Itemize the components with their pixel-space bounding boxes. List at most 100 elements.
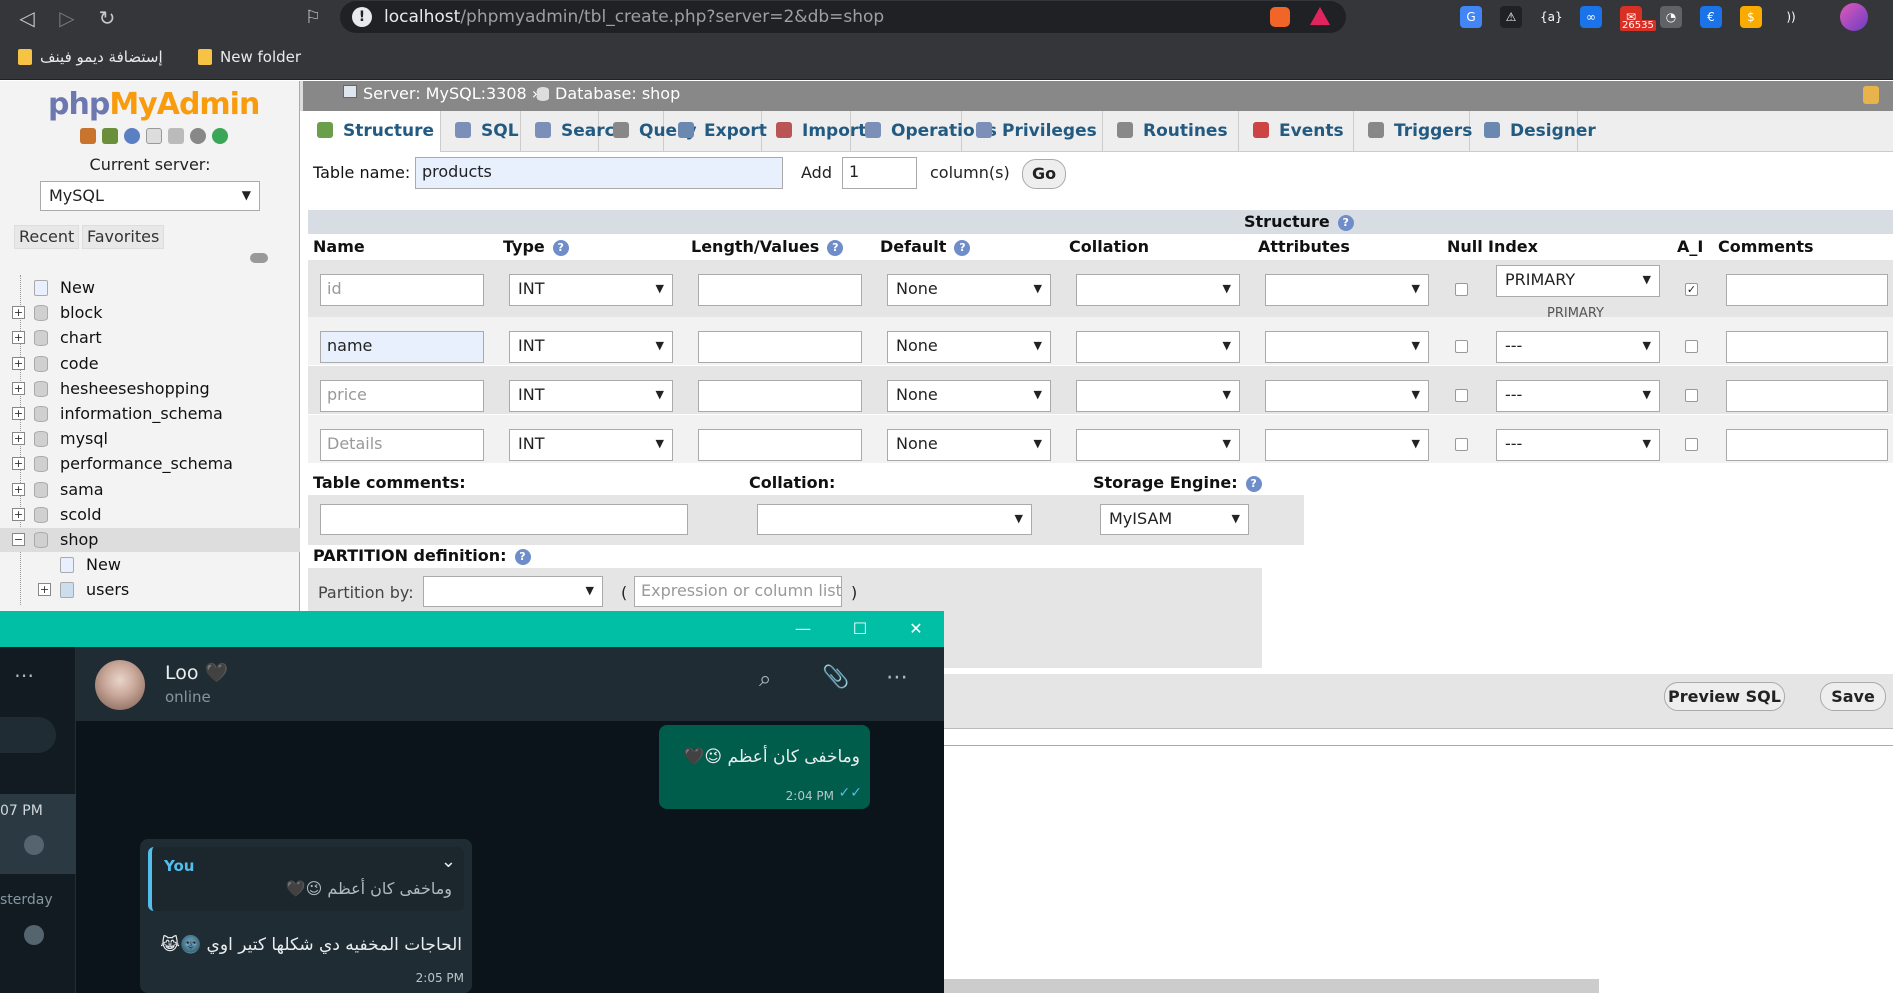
column-default-select[interactable]: None ▼ — [887, 274, 1051, 306]
column-type-select[interactable]: INT ▼ — [509, 274, 673, 306]
whatsapp-titlebar[interactable]: — ☐ ✕ — [0, 611, 944, 647]
column-index-select[interactable]: --- ▼ — [1496, 429, 1660, 461]
column-name-input[interactable]: name — [320, 331, 484, 363]
storage-engine-select[interactable]: MyISAM ▼ — [1100, 504, 1249, 535]
dropdown-arrow-icon: ▼ — [1642, 339, 1651, 352]
expand-icon[interactable]: + — [38, 583, 51, 597]
more-options-icon[interactable]: ⋯ — [886, 665, 908, 690]
save-button[interactable]: Save — [1820, 682, 1886, 711]
column-attributes-select[interactable]: ▼ — [1265, 331, 1429, 363]
table-comments-input[interactable] — [320, 504, 688, 535]
table-collation-select[interactable]: ▼ — [757, 504, 1032, 535]
partition-expression-input[interactable]: Expression or column list — [634, 576, 842, 607]
preview-sql-button[interactable]: Preview SQL — [1664, 682, 1785, 711]
horizontal-scrollbar[interactable] — [944, 979, 1599, 993]
outgoing-message[interactable]: وماخفى كان أعظم 😉🖤 2:04 PM ✓✓ — [659, 725, 870, 809]
chat-list-time: 07 PM — [0, 803, 43, 819]
tree-item-users[interactable]: + users — [0, 578, 300, 602]
expand-icon[interactable]: + — [12, 482, 25, 496]
collapse-icon[interactable]: − — [12, 533, 25, 546]
whatsapp-chat-header[interactable]: ⌕ 📎 ⋯ — [76, 647, 944, 721]
expand-icon[interactable]: + — [12, 507, 25, 521]
dropdown-arrow-icon: ▼ — [1033, 388, 1042, 401]
column-null-checkbox[interactable] — [1455, 389, 1468, 402]
column-name-input[interactable]: Details — [320, 429, 484, 461]
tree-item-scold[interactable]: + scold — [0, 503, 300, 527]
column-comments-input[interactable] — [1726, 380, 1888, 412]
contact-name[interactable]: Loo 🖤 — [165, 661, 228, 684]
search-chats-input[interactable] — [0, 717, 56, 753]
column-type-select-value: INT — [518, 385, 545, 404]
column-ai-checkbox[interactable] — [1685, 340, 1698, 353]
column-attributes-select[interactable]: ▼ — [1265, 380, 1429, 412]
tree-item-new[interactable]: New — [0, 553, 300, 577]
column-length-input[interactable] — [698, 331, 862, 363]
maximize-icon[interactable]: ☐ — [845, 617, 875, 641]
tree-item-shop[interactable]: − shop — [0, 528, 300, 552]
search-icon[interactable]: ⌕ — [759, 667, 771, 692]
column-collation-select[interactable]: ▼ — [1076, 274, 1240, 306]
partition-by-select[interactable]: ▼ — [423, 576, 603, 607]
column-type-select[interactable]: INT ▼ — [509, 331, 673, 363]
column-type-select-value: INT — [518, 336, 545, 355]
attach-icon[interactable]: 📎 — [822, 665, 849, 690]
dropdown-arrow-icon: ▼ — [655, 282, 664, 295]
database-icon — [34, 532, 48, 548]
column-type-select[interactable]: INT ▼ — [509, 380, 673, 412]
quoted-reply[interactable]: You وماخفى كان أعظم 😉🖤 ⌄ — [148, 847, 464, 911]
new-icon — [60, 557, 74, 574]
column-index-select[interactable]: PRIMARY ▼ — [1496, 265, 1660, 297]
column-attributes-select[interactable]: ▼ — [1265, 274, 1429, 306]
incoming-message[interactable]: You وماخفى كان أعظم 😉🖤 ⌄ الحاجات المخفيه… — [140, 839, 472, 993]
contact-avatar[interactable] — [95, 660, 145, 710]
column-default-select-value: None — [896, 279, 938, 298]
column-collation-select[interactable]: ▼ — [1076, 429, 1240, 461]
column-name-value: Details — [327, 434, 383, 453]
column-collation-select[interactable]: ▼ — [1076, 331, 1240, 363]
paren-open: ( — [621, 583, 628, 602]
database-icon — [34, 481, 48, 498]
column-ai-checkbox[interactable] — [1685, 389, 1698, 402]
partition-by-label: Partition by: — [318, 583, 414, 602]
column-comments-input[interactable] — [1726, 274, 1888, 306]
table-icon — [60, 582, 74, 599]
chevron-down-icon[interactable]: ⌄ — [441, 851, 456, 872]
close-icon[interactable]: ✕ — [901, 617, 931, 641]
dropdown-arrow-icon: ▼ — [1222, 282, 1231, 295]
column-default-select[interactable]: None ▼ — [887, 380, 1051, 412]
tree-item-sama[interactable]: + sama — [0, 478, 300, 502]
read-receipt-icon: ✓✓ — [838, 785, 862, 801]
message-time: 2:04 PM — [785, 789, 834, 803]
storage-engine-value: MyISAM — [1109, 509, 1173, 528]
column-comments-input[interactable] — [1726, 331, 1888, 363]
partition-definition-label: PARTITION definition:? — [313, 546, 531, 565]
minimize-icon[interactable]: — — [788, 617, 818, 641]
column-length-input[interactable] — [698, 429, 862, 461]
column-comments-input[interactable] — [1726, 429, 1888, 461]
column-default-select-value: None — [896, 385, 938, 404]
column-name-input[interactable]: price — [320, 380, 484, 412]
help-icon[interactable]: ? — [514, 549, 531, 565]
column-name-input[interactable]: id — [320, 274, 484, 306]
column-attributes-select[interactable]: ▼ — [1265, 429, 1429, 461]
whatsapp-chat-list: ⋯ 07 PM sterday — [0, 647, 76, 993]
help-icon[interactable]: ? — [1245, 476, 1262, 492]
pin-icon — [24, 925, 44, 945]
column-default-select[interactable]: None ▼ — [887, 429, 1051, 461]
column-length-input[interactable] — [698, 274, 862, 306]
storage-engine-label: Storage Engine:? — [1093, 473, 1262, 492]
column-default-select[interactable]: None ▼ — [887, 331, 1051, 363]
tree-item-label: sama — [60, 479, 104, 499]
column-ai-checkbox[interactable]: ✓ — [1685, 283, 1698, 296]
column-type-select[interactable]: INT ▼ — [509, 429, 673, 461]
column-ai-checkbox[interactable] — [1685, 438, 1698, 451]
column-length-input[interactable] — [698, 380, 862, 412]
column-index-select[interactable]: --- ▼ — [1496, 331, 1660, 363]
menu-icon[interactable]: ⋯ — [14, 663, 34, 687]
column-name-value: name — [327, 336, 373, 355]
column-null-checkbox[interactable] — [1455, 283, 1468, 296]
column-null-checkbox[interactable] — [1455, 438, 1468, 451]
column-index-select[interactable]: --- ▼ — [1496, 380, 1660, 412]
column-null-checkbox[interactable] — [1455, 340, 1468, 353]
column-collation-select[interactable]: ▼ — [1076, 380, 1240, 412]
